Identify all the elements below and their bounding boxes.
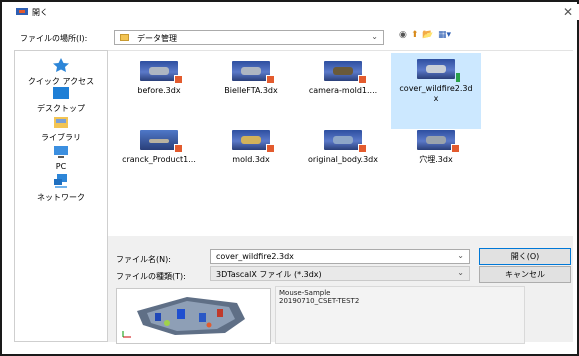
file-thumbnail-icon [417, 59, 460, 82]
up-folder-icon[interactable]: ⬆ [411, 30, 419, 40]
open-button[interactable]: 開く(O) [479, 248, 571, 265]
app-icon [16, 8, 28, 15]
file-thumbnail-icon [232, 61, 275, 84]
file-item[interactable]: 穴埋.3dx [391, 124, 481, 190]
location-combo[interactable]: データ管理 ⌄ [114, 30, 384, 45]
file-item[interactable]: mold.3dx [206, 124, 296, 190]
file-name: original_body.3dx [308, 155, 378, 164]
back-icon[interactable]: ◉ [399, 30, 407, 40]
sidebar-item-label: クイック アクセス [27, 77, 95, 86]
file-name: cover_wildfire2.3d [399, 84, 473, 93]
sidebar-item-network[interactable]: ネットワーク [15, 173, 107, 203]
filetype-label: ファイルの種類(T): [116, 272, 186, 281]
file-name: cranck_Product1... [122, 155, 196, 164]
file-name-wrap: x [433, 94, 439, 103]
file-thumbnail-icon [232, 130, 275, 153]
file-item[interactable]: original_body.3dx [298, 124, 388, 190]
chevron-down-icon[interactable]: ⌄ [457, 251, 464, 260]
pc-icon [54, 146, 68, 158]
file-thumbnail-icon [324, 61, 367, 84]
file-name: before.3dx [137, 86, 181, 95]
file-name: BielleFTA.3dx [224, 86, 278, 95]
file-thumbnail-icon [140, 130, 183, 153]
file-thumbnail-icon [140, 61, 183, 84]
star-icon [53, 58, 69, 72]
filename-value: cover_wildfire2.3dx [216, 252, 294, 261]
window-title: 開く [32, 8, 48, 17]
filename-input[interactable]: cover_wildfire2.3dx ⌄ [210, 249, 470, 264]
preview-image [116, 288, 271, 344]
file-item[interactable]: before.3dx [114, 55, 204, 121]
model-preview-icon [117, 289, 270, 343]
file-name: camera-mold1.... [308, 86, 378, 95]
new-folder-icon[interactable]: 📂 [422, 30, 433, 40]
title-bar: 開く ✕ [4, 4, 579, 20]
location-label: ファイルの場所(I): [20, 34, 88, 43]
sidebar-item-pc[interactable]: PC [15, 145, 107, 171]
filetype-select[interactable]: 3DTascalX ファイル (*.3dx) ⌄ [210, 266, 470, 281]
library-icon [54, 117, 68, 128]
network-icon [54, 174, 67, 188]
filename-label: ファイル名(N): [116, 255, 171, 264]
cancel-button[interactable]: キャンセル [479, 266, 571, 283]
file-name: 穴埋.3dx [419, 155, 453, 164]
sidebar-item-label: ネットワーク [37, 193, 85, 202]
open-file-dialog: 開く ✕ ファイルの場所(I): データ管理 ⌄ ◉ ⬆ 📂 ▦▾ クイック ア… [0, 0, 579, 356]
location-value: データ管理 [137, 34, 177, 43]
file-item[interactable]: camera-mold1.... [298, 55, 388, 121]
sidebar-item-label: デスクトップ [37, 104, 85, 113]
file-name: mold.3dx [232, 155, 270, 164]
places-sidebar: クイック アクセス デスクトップ ライブラリ PC ネットワーク [14, 50, 108, 342]
file-info-panel: Mouse-Sample 20190710_CSET-TEST2 [275, 286, 525, 344]
chevron-down-icon[interactable]: ⌄ [371, 32, 378, 41]
filetype-value: 3DTascalX ファイル (*.3dx) [216, 270, 322, 279]
view-menu-icon[interactable]: ▦▾ [438, 30, 451, 40]
file-item-selected[interactable]: cover_wildfire2.3d x [391, 53, 481, 129]
sidebar-item-quick-access[interactable]: クイック アクセス [15, 57, 107, 87]
file-item[interactable]: cranck_Product1... [114, 124, 204, 190]
desktop-icon [53, 87, 69, 99]
file-item[interactable]: BielleFTA.3dx [206, 55, 296, 121]
info-line-2: 20190710_CSET-TEST2 [279, 297, 360, 305]
chevron-down-icon[interactable]: ⌄ [457, 268, 464, 277]
file-thumbnail-icon [417, 130, 460, 153]
file-thumbnail-icon [324, 130, 367, 153]
folder-icon [120, 34, 129, 41]
info-line-1: Mouse-Sample [279, 289, 331, 297]
sidebar-item-desktop[interactable]: デスクトップ [15, 86, 107, 114]
sidebar-item-label: ライブラリ [41, 133, 81, 142]
file-list: before.3dx BielleFTA.3dx camera-mold1...… [108, 50, 573, 236]
sidebar-item-label: PC [55, 162, 67, 171]
sidebar-item-library[interactable]: ライブラリ [15, 115, 107, 143]
close-icon[interactable]: ✕ [563, 4, 573, 20]
